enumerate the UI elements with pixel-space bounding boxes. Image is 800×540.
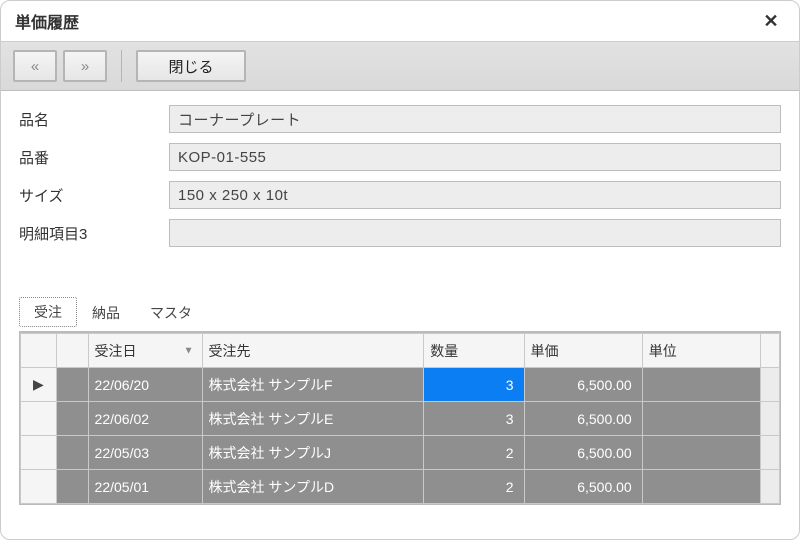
cell-price[interactable]: 6,500.00	[524, 470, 642, 504]
table-row[interactable]: 22/05/03株式会社 サンプルJ26,500.00	[21, 436, 780, 470]
cell-client[interactable]: 株式会社 サンプルD	[202, 470, 424, 504]
cell-qty[interactable]: 2	[424, 470, 524, 504]
detail3-field[interactable]	[169, 219, 781, 247]
cell-date[interactable]: 22/05/03	[88, 436, 202, 470]
close-button[interactable]: 閉じる	[136, 50, 246, 82]
prev-button[interactable]: «	[13, 50, 57, 82]
name-label: 品名	[19, 109, 169, 130]
cell-price[interactable]: 6,500.00	[524, 368, 642, 402]
grid-header-row: 受注日 ▼ 受注先 数量 単価 単位	[21, 334, 780, 368]
titlebar: 単価履歴 ✕	[1, 1, 799, 41]
cell-price[interactable]: 6,500.00	[524, 402, 642, 436]
col-header-date[interactable]: 受注日 ▼	[88, 334, 202, 368]
scroll-gutter	[760, 368, 779, 402]
table-row[interactable]: ▶ 22/06/20株式会社 サンプルF36,500.00	[21, 368, 780, 402]
cell-client[interactable]: 株式会社 サンプルJ	[202, 436, 424, 470]
cell-qty[interactable]: 3	[424, 402, 524, 436]
col-header-date-label: 受注日	[95, 343, 137, 359]
field-row-code: 品番 KOP-01-555	[19, 143, 781, 171]
col-header-client[interactable]: 受注先	[202, 334, 424, 368]
field-row-size: サイズ 150 x 250 x 10t	[19, 181, 781, 209]
scroll-gutter	[760, 402, 779, 436]
scroll-gutter	[760, 470, 779, 504]
grid-container: 受注日 ▼ 受注先 数量 単価 単位 ▶22/06/20株式会社 サンプルF36…	[19, 331, 781, 505]
close-icon[interactable]: ✕	[757, 7, 785, 35]
code-label: 品番	[19, 147, 169, 168]
row-marker[interactable]	[21, 470, 57, 504]
name-field[interactable]: コーナープレート	[169, 105, 781, 133]
cell-date[interactable]: 22/06/02	[88, 402, 202, 436]
cell-sub[interactable]	[56, 470, 88, 504]
chevrons-right-icon: »	[81, 58, 89, 75]
size-field[interactable]: 150 x 250 x 10t	[169, 181, 781, 209]
window-title: 単価履歴	[15, 9, 79, 33]
row-marker[interactable]: ▶	[21, 368, 57, 402]
cell-date[interactable]: 22/06/20	[88, 368, 202, 402]
cell-client[interactable]: 株式会社 サンプルF	[202, 368, 424, 402]
size-label: サイズ	[19, 185, 169, 206]
cell-unit[interactable]	[642, 470, 760, 504]
cell-sub[interactable]	[56, 368, 88, 402]
scroll-gutter	[760, 436, 779, 470]
tabs-row: 受注 納品 マスタ	[1, 257, 799, 327]
row-marker[interactable]	[21, 436, 57, 470]
table-row[interactable]: 22/06/02株式会社 サンプルE36,500.00	[21, 402, 780, 436]
table-row[interactable]: 22/05/01株式会社 サンプルD26,500.00	[21, 470, 780, 504]
dialog-window: 単価履歴 ✕ « » 閉じる 品名 コーナープレート 品番 KOP-01-555…	[0, 0, 800, 540]
cell-unit[interactable]	[642, 368, 760, 402]
toolbar-separator	[121, 50, 122, 82]
row-marker[interactable]	[21, 402, 57, 436]
toolbar: « » 閉じる	[1, 41, 799, 91]
col-header-qty[interactable]: 数量	[424, 334, 524, 368]
cell-sub[interactable]	[56, 402, 88, 436]
data-grid[interactable]: 受注日 ▼ 受注先 数量 単価 単位 ▶22/06/20株式会社 サンプルF36…	[20, 333, 780, 504]
detail3-label: 明細項目3	[19, 223, 169, 244]
cell-unit[interactable]	[642, 402, 760, 436]
col-header-sub[interactable]	[56, 334, 88, 368]
col-header-scroll	[760, 334, 779, 368]
field-row-detail3: 明細項目3	[19, 219, 781, 247]
tab-order[interactable]: 受注	[19, 297, 77, 327]
cell-date[interactable]: 22/05/01	[88, 470, 202, 504]
close-button-label: 閉じる	[168, 56, 213, 77]
tab-delivery[interactable]: 納品	[77, 298, 135, 327]
chevrons-left-icon: «	[31, 58, 39, 75]
cell-client[interactable]: 株式会社 サンプルE	[202, 402, 424, 436]
col-header-unit[interactable]: 単位	[642, 334, 760, 368]
form-area: 品名 コーナープレート 品番 KOP-01-555 サイズ 150 x 250 …	[1, 91, 799, 257]
cell-price[interactable]: 6,500.00	[524, 436, 642, 470]
tab-master[interactable]: マスタ	[135, 298, 207, 327]
col-header-marker[interactable]	[21, 334, 57, 368]
col-header-price[interactable]: 単価	[524, 334, 642, 368]
sort-desc-icon: ▼	[184, 345, 194, 356]
field-row-name: 品名 コーナープレート	[19, 105, 781, 133]
cell-qty[interactable]: 3	[424, 368, 524, 402]
code-field[interactable]: KOP-01-555	[169, 143, 781, 171]
cell-unit[interactable]	[642, 436, 760, 470]
next-button[interactable]: »	[63, 50, 107, 82]
cell-qty[interactable]: 2	[424, 436, 524, 470]
cell-sub[interactable]	[56, 436, 88, 470]
